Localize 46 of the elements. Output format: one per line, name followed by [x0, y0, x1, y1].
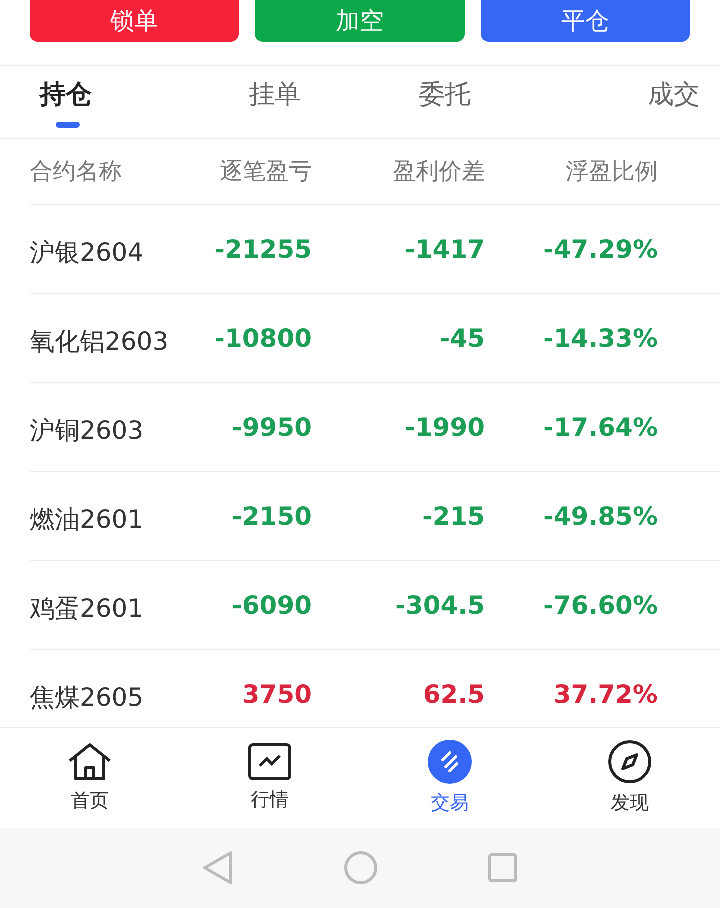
contract-name: 沪银2604	[30, 236, 145, 268]
table-cell-text: 62.5	[422, 680, 485, 708]
tab[interactable]: 成交	[530, 66, 700, 138]
chart-icon	[248, 743, 292, 781]
table-cell-text: -49.85%	[542, 502, 658, 530]
table-cell-text: -9950	[231, 412, 312, 442]
home-circle-icon[interactable]	[344, 851, 378, 885]
action-button[interactable]: 平仓	[480, 0, 690, 42]
contract-name: 氧化铝2603	[30, 326, 170, 358]
nav-item[interactable]: 首页	[0, 728, 180, 828]
table-cell-text: -45	[438, 324, 485, 352]
column-header: 合约名称	[30, 158, 123, 187]
table-cell-text: -21255	[214, 234, 312, 264]
table-cell-text: -10800	[214, 324, 312, 352]
contract-name: 燃油2601	[30, 504, 145, 536]
contract-name: 鸡蛋2601	[30, 592, 145, 624]
tab[interactable]: 委托	[360, 66, 530, 138]
action-button[interactable]: 加空	[255, 0, 465, 42]
action-button[interactable]: 锁单	[30, 0, 240, 42]
table-cell-text: -6090	[231, 590, 312, 620]
recents-icon[interactable]	[488, 853, 518, 883]
nav-item[interactable]: 行情	[180, 728, 360, 828]
table-cell-text: -17.64%	[542, 412, 658, 442]
table-cell-text: 3750	[241, 680, 312, 708]
contract-name: 焦煤2605	[30, 682, 145, 714]
home-icon	[67, 742, 113, 782]
back-icon[interactable]	[202, 850, 234, 886]
tab[interactable]: 持仓	[20, 66, 190, 138]
swap-icon	[428, 740, 472, 784]
table-cell-text: -2150	[231, 502, 312, 530]
table-cell-text: -76.60%	[542, 590, 658, 620]
table-cell-text: -1990	[404, 412, 485, 442]
tab[interactable]: 挂单	[190, 66, 360, 138]
table-cell-text: -1417	[404, 234, 485, 264]
table-cell-text: -215	[421, 502, 485, 530]
column-header: 盈利价差	[392, 158, 485, 187]
contract-name: 沪铜2603	[30, 414, 145, 446]
table-cell-text: -14.33%	[542, 324, 658, 352]
column-header: 浮盈比例	[565, 158, 658, 187]
nav-item[interactable]: 发现	[540, 728, 720, 828]
table-cell-text: -47.29%	[542, 234, 658, 264]
nav-item[interactable]: 交易	[360, 728, 540, 828]
table-cell-text: -304.5	[394, 590, 485, 620]
column-header: 逐笔盈亏	[219, 158, 312, 187]
table-cell-text: 37.72%	[552, 680, 658, 708]
compass-icon	[608, 740, 652, 784]
